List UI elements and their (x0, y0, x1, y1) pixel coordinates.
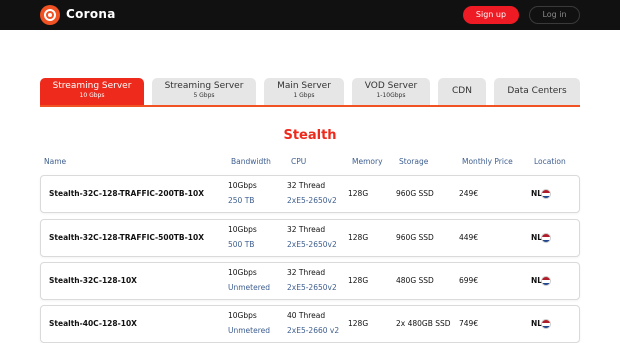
traffic-value: 250 TB (228, 196, 255, 205)
column-header-cpu: CPU (291, 157, 307, 166)
server-name: Stealth-32C-128-10X (49, 276, 137, 285)
bandwidth-value: 10Gbps (228, 311, 257, 320)
netherlands-flag-icon (541, 276, 551, 286)
cpu-threads: 40 Thread (287, 311, 326, 320)
column-header-storage: Storage (399, 157, 429, 166)
cpu-model: 2xE5-2650v2 (287, 240, 337, 249)
server-name: Stealth-32C-128-TRAFFIC-500TB-10X (49, 233, 204, 242)
tab-subtitle: 1-10Gbps (376, 92, 406, 99)
tab-cdn[interactable]: CDN (438, 78, 486, 105)
tab-main-server[interactable]: Main Server 1 Gbps (264, 78, 344, 105)
bandwidth-value: 10Gbps (228, 268, 257, 277)
tab-title: Data Centers (507, 86, 567, 96)
login-button[interactable]: Log in (529, 6, 580, 24)
corona-logo-icon[interactable] (40, 5, 60, 25)
tab-streaming-10gbps[interactable]: Streaming Server 10 Gbps (40, 78, 144, 105)
tab-title: Streaming Server (52, 81, 132, 91)
traffic-value: Unmetered (228, 326, 271, 335)
monthly-price: 749€ (459, 319, 479, 328)
monthly-price: 249€ (459, 189, 479, 198)
column-header-name: Name (44, 157, 67, 166)
tab-data-centers[interactable]: Data Centers (494, 78, 580, 105)
cpu-model: 2xE5-2650v2 (287, 196, 337, 205)
traffic-value: 500 TB (228, 240, 255, 249)
column-header-location: Location (534, 157, 566, 166)
section-title: Stealth (283, 128, 337, 143)
table-row[interactable]: Stealth-32C-128-10X 10Gbps Unmetered 32 … (40, 262, 580, 300)
brand-name[interactable]: Corona (66, 7, 116, 21)
traffic-value: Unmetered (228, 283, 271, 292)
cpu-model: 2xE5-2650v2 (287, 283, 337, 292)
cpu-model: 2xE5-2660 v2 (287, 326, 340, 335)
column-header-bandwidth: Bandwidth (231, 157, 271, 166)
signup-button[interactable]: Sign up (463, 6, 519, 24)
tab-title: Main Server (277, 81, 331, 91)
cpu-threads: 32 Thread (287, 268, 326, 277)
table-row[interactable]: Stealth-32C-128-TRAFFIC-200TB-10X 10Gbps… (40, 175, 580, 213)
cpu-threads: 32 Thread (287, 181, 326, 190)
memory-value: 128G (348, 189, 369, 198)
column-header-monthly-price: Monthly Price (462, 157, 513, 166)
cpu-threads: 32 Thread (287, 225, 326, 234)
tab-subtitle: 1 Gbps (293, 92, 315, 99)
tab-title: Streaming Server (164, 81, 244, 91)
storage-value: 960G SSD (396, 189, 434, 198)
tab-subtitle: 10 Gbps (79, 92, 105, 99)
table-row[interactable]: Stealth-32C-128-TRAFFIC-500TB-10X 10Gbps… (40, 219, 580, 257)
storage-value: 480G SSD (396, 276, 434, 285)
bandwidth-value: 10Gbps (228, 225, 257, 234)
tab-vod-server[interactable]: VOD Server 1-10Gbps (352, 78, 430, 105)
netherlands-flag-icon (541, 233, 551, 243)
bandwidth-value: 10Gbps (228, 181, 257, 190)
memory-value: 128G (348, 233, 369, 242)
storage-value: 960G SSD (396, 233, 434, 242)
tab-underline (40, 105, 580, 107)
storage-value: 2x 480GB SSD (396, 319, 451, 328)
tab-streaming-5gbps[interactable]: Streaming Server 5 Gbps (152, 78, 256, 105)
monthly-price: 699€ (459, 276, 479, 285)
column-header-memory: Memory (352, 157, 383, 166)
server-name: Stealth-40C-128-10X (49, 319, 137, 328)
tab-title: VOD Server (364, 81, 418, 91)
tab-title: CDN (452, 86, 472, 96)
monthly-price: 449€ (459, 233, 479, 242)
memory-value: 128G (348, 276, 369, 285)
server-name: Stealth-32C-128-TRAFFIC-200TB-10X (49, 189, 204, 198)
netherlands-flag-icon (541, 189, 551, 199)
memory-value: 128G (348, 319, 369, 328)
netherlands-flag-icon (541, 319, 551, 329)
table-row[interactable]: Stealth-40C-128-10X 10Gbps Unmetered 40 … (40, 305, 580, 343)
tab-subtitle: 5 Gbps (193, 92, 215, 99)
